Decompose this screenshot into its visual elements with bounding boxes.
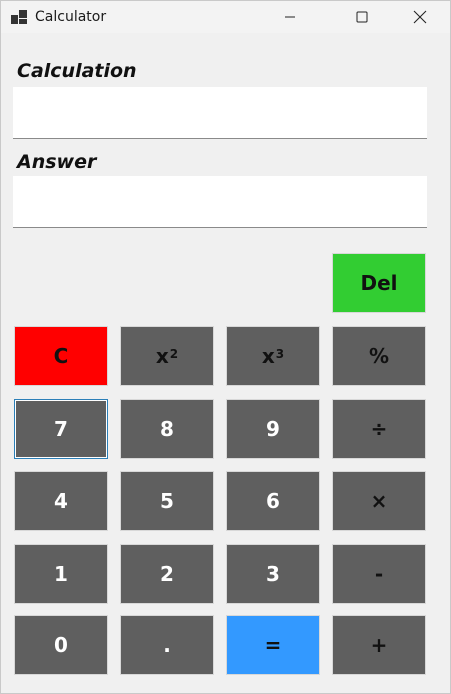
answer-field[interactable] (13, 176, 427, 228)
one-button[interactable]: 1 (14, 544, 108, 604)
equals-button[interactable]: = (226, 615, 320, 675)
two-button[interactable]: 2 (120, 544, 214, 604)
divide-button[interactable]: ÷ (332, 399, 426, 459)
multiply-button[interactable]: × (332, 471, 426, 531)
cube-exponent: 3 (275, 347, 285, 361)
decimal-button[interactable]: . (120, 615, 214, 675)
square-base: x (155, 344, 169, 368)
eight-button[interactable]: 8 (120, 399, 214, 459)
three-button[interactable]: 3 (226, 544, 320, 604)
seven-button[interactable]: 7 (14, 399, 108, 459)
calculator-app-icon (11, 10, 27, 24)
square-exponent: 2 (169, 347, 179, 361)
four-button[interactable]: 4 (14, 471, 108, 531)
square-button[interactable]: x2 (120, 326, 214, 386)
cube-button[interactable]: x3 (226, 326, 320, 386)
window-title: Calculator (35, 9, 107, 25)
calculation-field[interactable] (13, 87, 427, 139)
add-button[interactable]: + (332, 615, 426, 675)
five-button[interactable]: 5 (120, 471, 214, 531)
subtract-button[interactable]: - (332, 544, 426, 604)
percent-button[interactable]: % (332, 326, 426, 386)
close-icon (413, 10, 427, 24)
clear-button[interactable]: C (14, 326, 108, 386)
del-button[interactable]: Del (332, 253, 426, 313)
close-button[interactable] (397, 1, 443, 33)
title-bar[interactable]: Calculator (1, 1, 450, 33)
calculator-window: Calculator Calculation Answer Del C x2 x… (0, 0, 451, 694)
maximize-button[interactable] (339, 1, 385, 33)
cube-base: x (261, 344, 275, 368)
answer-label: Answer (17, 151, 97, 173)
calculation-label: Calculation (17, 60, 137, 82)
zero-button[interactable]: 0 (14, 615, 108, 675)
minimize-button[interactable] (267, 1, 313, 33)
maximize-icon (356, 11, 368, 23)
minimize-icon (285, 16, 295, 18)
nine-button[interactable]: 9 (226, 399, 320, 459)
six-button[interactable]: 6 (226, 471, 320, 531)
